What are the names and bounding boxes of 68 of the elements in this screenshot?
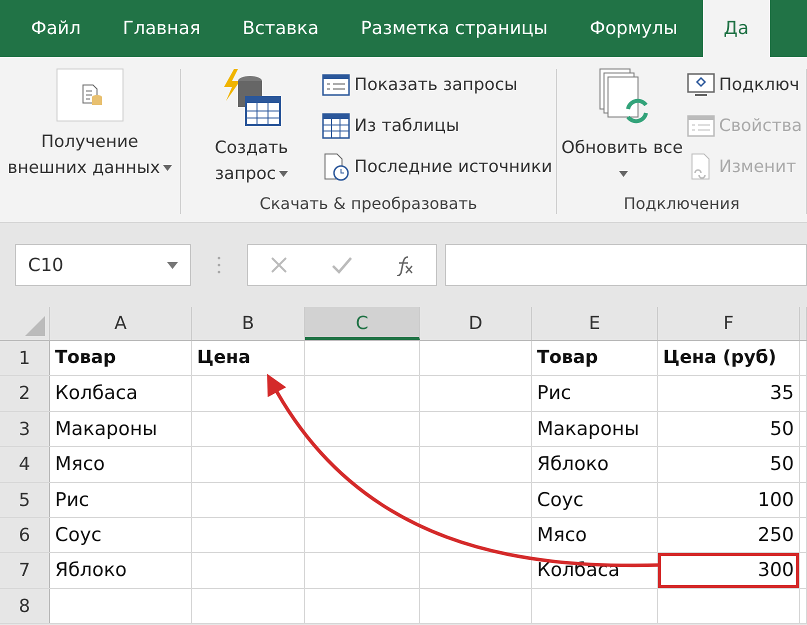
table-icon xyxy=(322,112,350,138)
table-cell-text: Яблоко xyxy=(536,452,610,478)
table-cell-text: Макароны xyxy=(54,416,158,442)
ribbon-button-label: Изменит xyxy=(719,156,796,176)
ribbon-button-label: Последние источники xyxy=(354,156,552,176)
group-label: Скачать & преобразовать xyxy=(258,194,478,215)
caret-icon[interactable] xyxy=(279,171,288,178)
column-header[interactable]: F xyxy=(658,307,800,340)
ribbon-tab[interactable]: Формулы xyxy=(568,0,699,57)
ribbon-button[interactable]: Показать запросы xyxy=(322,69,552,100)
ribbon-tab[interactable]: Вставка xyxy=(221,0,340,57)
caret-icon[interactable] xyxy=(619,171,628,178)
ribbon-button[interactable]: Обновить все xyxy=(561,65,684,194)
row-header[interactable]: 2 xyxy=(0,376,50,411)
ribbon-button[interactable]: Получение внешних данных xyxy=(4,65,176,194)
ribbon-tab[interactable]: Главная xyxy=(102,0,222,57)
table-cell-text: Соус xyxy=(536,488,585,513)
ribbon-button-label: Свойства xyxy=(719,116,802,136)
window-icon xyxy=(687,114,716,138)
row-header[interactable]: 1 xyxy=(0,341,50,376)
column-header[interactable]: C xyxy=(305,307,420,340)
ribbon-button[interactable]: Последние источники xyxy=(322,151,552,182)
ribbon-button[interactable]: Подключ xyxy=(687,69,802,100)
row-header[interactable]: 8 xyxy=(0,588,50,624)
table-cell-text: 100 xyxy=(756,488,795,513)
table-cell-text: Рис xyxy=(54,488,90,513)
ribbon-tab[interactable]: Да xyxy=(702,0,770,57)
ribbon-tab[interactable]: Файл xyxy=(10,0,102,57)
row-header[interactable]: 5 xyxy=(0,482,50,517)
column-header[interactable]: D xyxy=(420,307,532,340)
name-box[interactable]: C10 xyxy=(15,244,191,286)
table-cell-text: Мясо xyxy=(536,522,588,548)
row-header[interactable]: 4 xyxy=(0,447,50,482)
ribbon-tab[interactable]: Разметка страницы xyxy=(340,0,569,57)
window-icon xyxy=(322,72,350,96)
ribbon-button-label: Показать запросы xyxy=(354,74,518,94)
table-cell-text: 35 xyxy=(768,381,795,406)
table-cell-text: Колбаса xyxy=(54,381,139,406)
table-cell-text: 250 xyxy=(756,522,795,548)
ribbon-button-label: Из таблицы xyxy=(354,116,460,136)
row-header[interactable]: 6 xyxy=(0,518,50,552)
table-cell-text: 50 xyxy=(768,452,795,478)
table-cell-text: Товар xyxy=(536,346,600,370)
document-database-icon xyxy=(54,67,125,123)
table-cell-text: Цена xyxy=(196,346,252,370)
formula-field[interactable] xyxy=(445,244,807,286)
table-cell-text: Макароны xyxy=(536,416,640,442)
ribbon-button-label: Подключ xyxy=(719,74,800,94)
row-header[interactable]: 7 xyxy=(0,553,50,588)
caret-icon[interactable] xyxy=(163,165,172,172)
column-header[interactable]: E xyxy=(532,307,658,340)
table-cell-text: Соус xyxy=(54,522,103,548)
table-cell: 300 xyxy=(658,553,799,588)
monitor-icon xyxy=(687,72,716,96)
table-cell-text: Рис xyxy=(536,381,572,406)
grip-icon[interactable] xyxy=(217,255,221,275)
table-cell-text: 50 xyxy=(768,416,795,442)
document-clock-icon xyxy=(322,152,350,180)
table-cell-text: Цена (руб) xyxy=(662,346,778,370)
ribbon-button[interactable]: Создать запрос xyxy=(184,65,318,194)
row-header[interactable]: 3 xyxy=(0,412,50,446)
table-cell-text: Яблоко xyxy=(54,558,128,584)
table-cell-text: Товар xyxy=(54,346,118,370)
caret-icon[interactable] xyxy=(167,262,178,268)
group-label: Подключения xyxy=(622,194,741,215)
column-header[interactable]: A xyxy=(50,307,192,340)
table-cell-text: Мясо xyxy=(54,452,106,478)
ribbon-button[interactable]: Из таблицы xyxy=(322,110,552,141)
